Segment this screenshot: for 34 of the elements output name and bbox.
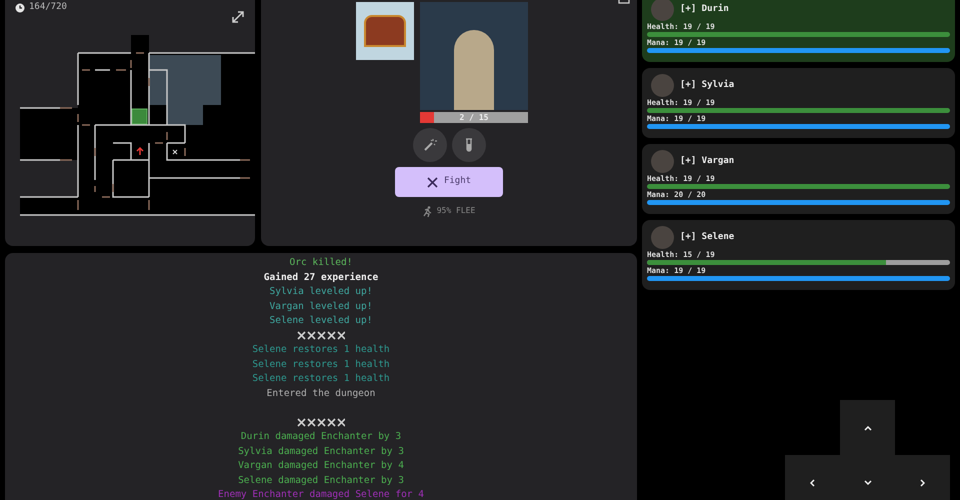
member-name: [+] Sylvia: [680, 78, 734, 92]
log-message: Entered the dungeon: [266, 386, 376, 400]
magic-wand-button[interactable]: [412, 128, 446, 162]
log-message: Vargan leveled up!: [270, 300, 372, 314]
member-name: [+] Durin: [680, 2, 729, 16]
log-message: Vargan damaged Enchanter by 4: [238, 459, 404, 473]
test-tube-icon: [464, 138, 472, 152]
log-message: Selene leveled up!: [270, 314, 372, 328]
log-message: Gained 27 experience: [264, 270, 378, 284]
fight-button[interactable]: Fight: [395, 167, 503, 197]
log-message: Selene damaged Enchanter by 3: [238, 474, 404, 488]
member-name: [+] Selene: [680, 230, 734, 244]
magic-wand-icon: [422, 138, 436, 152]
clock-icon: [15, 2, 25, 13]
log-message: Selene restores 1 health: [252, 358, 390, 372]
log-message: Durin damaged Enchanter by 3: [240, 430, 402, 444]
enemy-health-text: 2 / 15: [458, 112, 490, 123]
log-message: Sylvia damaged Enchanter by 3: [238, 444, 404, 458]
log-message: Sylvia leveled up!: [270, 285, 372, 299]
chevron-down-icon: [864, 480, 872, 485]
log-message: Selene restores 1 health: [252, 372, 390, 386]
flee-chance[interactable]: 95% FLEE: [436, 205, 476, 217]
chevron-left-icon: [810, 478, 815, 486]
treasure-chest-picture[interactable]: [356, 2, 414, 60]
potion-button[interactable]: [452, 128, 486, 162]
chevron-right-icon: [920, 478, 925, 486]
turn-counter: 164/720: [29, 1, 67, 14]
log-message: Enemy Enchanter damaged Selene for 4: [218, 488, 424, 500]
chevron-up-icon: [864, 426, 872, 430]
running-figure-icon: [422, 206, 432, 216]
log-message: Selene restores 1 health: [252, 343, 390, 357]
expand-icon[interactable]: [232, 11, 244, 23]
member-name: [+] Vargan: [680, 154, 734, 168]
log-message: Orc killed!: [290, 256, 352, 270]
